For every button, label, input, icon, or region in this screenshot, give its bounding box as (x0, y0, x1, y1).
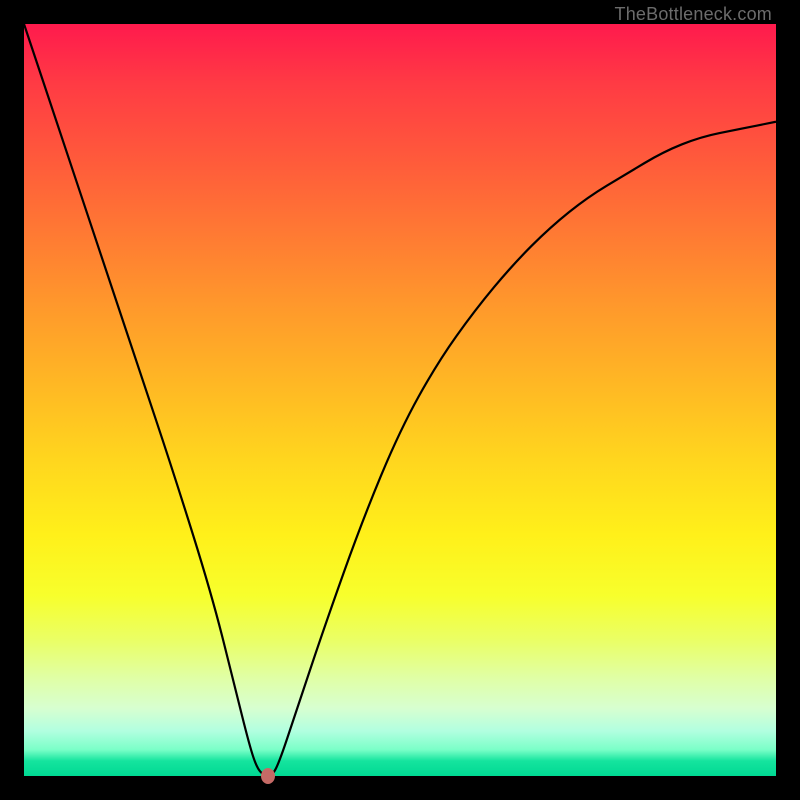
curve-path (24, 24, 776, 776)
plot-area (24, 24, 776, 776)
attribution-label: TheBottleneck.com (615, 4, 772, 25)
optimal-point-marker (261, 768, 275, 784)
bottleneck-curve (24, 24, 776, 776)
chart-frame: TheBottleneck.com (0, 0, 800, 800)
